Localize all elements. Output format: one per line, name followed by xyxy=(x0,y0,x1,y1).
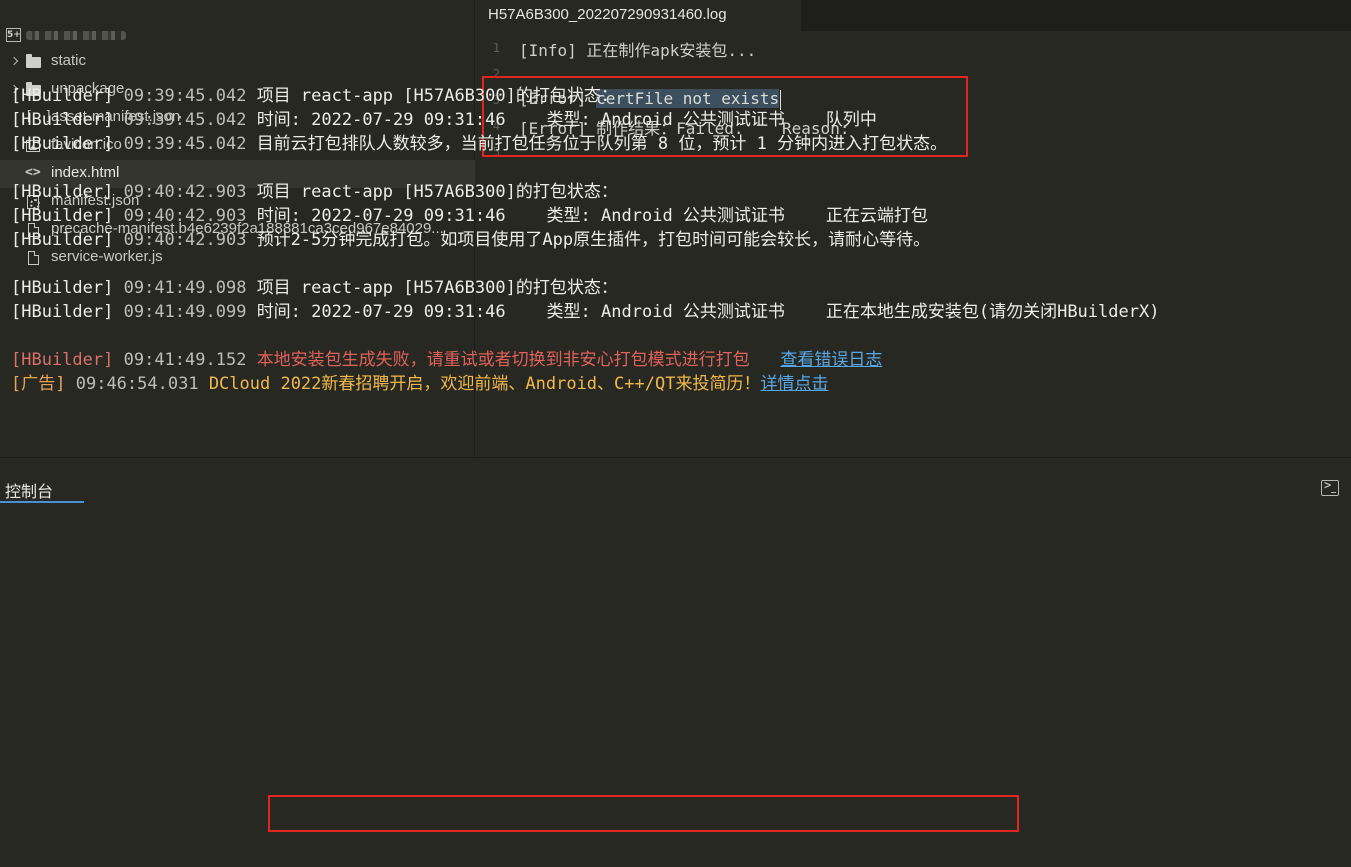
log-time: 09:40:42.903 xyxy=(123,206,247,226)
log-tag: [HBuilder] xyxy=(11,182,114,202)
editor-tab-bar: H57A6B300_202207290931460.log xyxy=(476,0,1351,31)
log-line: [HBuilder] 09:40:42.903 时间: 2022-07-29 0… xyxy=(11,204,1341,228)
error-highlight-box xyxy=(268,795,1019,832)
log-tag: [HBuilder] xyxy=(11,134,114,154)
log-line: [HBuilder] 09:39:45.042 目前云打包排队人数较多，当前打包… xyxy=(11,132,1341,156)
log-line: [HBuilder] 09:41:49.098 项目 react-app [H5… xyxy=(11,276,1341,300)
log-line: [HBuilder] 09:40:42.903 预计2-5分钟完成打包。如项目使… xyxy=(11,228,1341,252)
folder-icon xyxy=(26,54,41,68)
line-number: 1 xyxy=(492,41,500,55)
log-line: [HBuilder] 09:41:49.099 时间: 2022-07-29 0… xyxy=(11,300,1341,324)
tree-item-label: static xyxy=(51,52,87,69)
log-message: 项目 react-app [H57A6B300]的打包状态： xyxy=(256,86,618,106)
log-message: 预计2-5分钟完成打包。如项目使用了App原生插件，打包时间可能会较长，请耐心等… xyxy=(256,230,931,250)
log-message: 项目 react-app [H57A6B300]的打包状态： xyxy=(256,278,618,298)
log-tag: [HBuilder] xyxy=(11,206,114,226)
log-time: 09:39:45.042 xyxy=(123,134,247,154)
log-time: 09:39:45.042 xyxy=(123,86,247,106)
line-text: [Info] 正在制作apk安装包... xyxy=(519,41,757,60)
log-line-ad: [广告] 09:46:54.031 DCloud 2022新春招聘开启，欢迎前端… xyxy=(11,372,1341,396)
log-message: 时间: 2022-07-29 09:31:46 类型: Android 公共测试… xyxy=(256,110,877,130)
chevron-right-icon[interactable] xyxy=(10,48,20,76)
log-line: [HBuilder] 09:39:45.042 项目 react-app [H5… xyxy=(11,84,1341,108)
log-tag: [HBuilder] xyxy=(11,86,114,106)
log-gap xyxy=(11,252,1341,276)
view-error-log-link[interactable]: 查看错误日志 xyxy=(780,350,882,370)
log-gap xyxy=(11,324,1341,348)
console-tab-underline xyxy=(0,501,84,503)
ad-message: DCloud 2022新春招聘开启，欢迎前端、Android、C++/QT来投简… xyxy=(208,374,761,394)
log-time: 09:40:42.903 xyxy=(123,182,247,202)
ad-details-link[interactable]: 详情点击 xyxy=(760,374,828,394)
log-line-error: [HBuilder] 09:41:49.152 本地安装包生成失败，请重试或者切… xyxy=(11,348,1341,372)
log-tag: [HBuilder] xyxy=(11,110,114,130)
log-message: 项目 react-app [H57A6B300]的打包状态： xyxy=(256,182,618,202)
log-time: 09:41:49.099 xyxy=(123,302,247,322)
project-root[interactable]: 5+ xyxy=(0,22,126,48)
console-terminal-icon[interactable] xyxy=(1321,478,1339,496)
log-tag: [HBuilder] xyxy=(11,350,114,370)
log-message: 目前云打包排队人数较多，当前打包任务位于队列第 8 位，预计 1 分钟内进入打包… xyxy=(256,134,948,154)
console-output: [HBuilder] 09:39:45.042 项目 react-app [H5… xyxy=(11,84,1341,396)
log-tag: [HBuilder] xyxy=(11,230,114,250)
log-line: [HBuilder] 09:40:42.903 项目 react-app [H5… xyxy=(11,180,1341,204)
log-time: 09:41:49.152 xyxy=(123,350,247,370)
log-line: [HBuilder] 09:39:45.042 时间: 2022-07-29 0… xyxy=(11,108,1341,132)
log-tag: [HBuilder] xyxy=(11,278,114,298)
log-tag: [HBuilder] xyxy=(11,302,114,322)
tree-item-static[interactable]: static xyxy=(0,48,475,76)
project-name-blurred xyxy=(26,30,126,40)
log-message: 时间: 2022-07-29 09:31:46 类型: Android 公共测试… xyxy=(256,206,928,226)
code-line: 1 [Info] 正在制作apk安装包... xyxy=(476,35,1351,61)
log-time: 09:40:42.903 xyxy=(123,230,247,250)
log-error-message: 本地安装包生成失败，请重试或者切换到非安心打包模式进行打包 xyxy=(256,350,750,370)
log-time: 09:39:45.042 xyxy=(123,110,247,130)
log-gap xyxy=(11,156,1341,180)
log-time: 09:41:49.098 xyxy=(123,278,247,298)
log-message: 时间: 2022-07-29 09:31:46 类型: Android 公共测试… xyxy=(256,302,1160,322)
project-badge-icon: 5+ xyxy=(6,28,21,42)
tab-log-file[interactable]: H57A6B300_202207290931460.log xyxy=(476,0,801,31)
log-tag: [广告] xyxy=(11,374,66,394)
log-time: 09:46:54.031 xyxy=(75,374,199,394)
